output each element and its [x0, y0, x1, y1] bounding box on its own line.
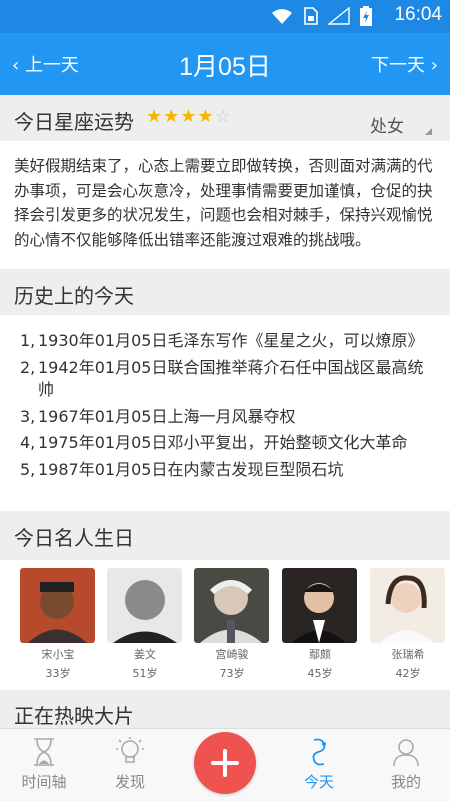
history-title: 历史上的今天 — [14, 284, 134, 308]
list-text: 1930年01月05日毛泽东写作《星星之火，可以燎原》 — [38, 331, 424, 350]
celebrity-card[interactable]: 宋小宝 33岁 — [20, 568, 96, 681]
history-header: 历史上的今天 — [0, 269, 450, 315]
list-item[interactable]: 3, 1967年01月05日上海一月风暴夺权 — [20, 406, 438, 429]
history-list: 1, 1930年01月05日毛泽东写作《星星之火，可以燎原》 2, 1942年01月… — [20, 330, 438, 485]
zodiac-sign-select[interactable]: 处女 — [370, 112, 404, 137]
tab-me[interactable]: 我的 — [376, 735, 436, 792]
celebrity-card[interactable]: 宫崎骏 73岁 — [194, 568, 270, 681]
list-number: 3, — [20, 406, 36, 426]
celebrity-photo — [107, 568, 182, 643]
celebrity-age: 33岁 — [45, 667, 71, 680]
celebrity-photo — [20, 568, 95, 643]
celebrity-name: 姜文 — [134, 648, 156, 661]
celebrity-age: 42岁 — [395, 667, 421, 680]
tab-label: 今天 — [303, 773, 334, 791]
tab-discover[interactable]: 发现 — [100, 735, 160, 792]
list-text: 1975年01月05日邓小平复出，开始整顿文化大革命 — [38, 433, 408, 452]
sim-icon — [304, 7, 318, 25]
list-text: 1942年01月05日联合国推举蒋介石任中国战区最高统帅 — [38, 357, 424, 400]
list-item[interactable]: 4, 1975年01月05日邓小平复出，开始整顿文化大革命 — [20, 432, 438, 455]
horoscope-title: 今日星座运势 — [14, 110, 134, 134]
battery-charging-icon — [360, 6, 372, 26]
celebrity-age: 73岁 — [219, 667, 245, 680]
wifi-icon — [272, 9, 292, 24]
celebrity-photo — [282, 568, 357, 643]
tab-label: 发现 — [114, 773, 145, 791]
next-day-button[interactable]: 下一天 › — [371, 51, 438, 77]
list-item[interactable]: 1, 1930年01月05日毛泽东写作《星星之火，可以燎原》 — [20, 330, 438, 353]
movies-header: 正在热映大片 — [0, 690, 450, 728]
celebrity-name: 宋小宝 — [41, 648, 75, 661]
user-icon — [376, 735, 436, 769]
list-text: 1987年01月05日在内蒙古发现巨型陨石坑 — [38, 459, 344, 479]
star-empty-icon: ☆ — [214, 106, 231, 127]
celebrity-name: 张瑞希 — [391, 648, 425, 661]
celebrity-age: 51岁 — [132, 667, 158, 680]
tab-today[interactable]: 今天 — [289, 735, 349, 792]
list-number: 4, — [20, 433, 36, 452]
chevron-right-icon: › — [430, 55, 438, 76]
horoscope-rating: ★ ★ ★ ★ ☆ — [146, 108, 231, 126]
signal-icon — [328, 7, 350, 25]
list-item[interactable]: 2, 1942年01月05日联合国推举蒋介石任中国战区最高统帅 — [20, 357, 438, 402]
status-bar: 16:04 — [0, 0, 450, 33]
star-filled-icon: ★ — [180, 106, 197, 127]
birthdays-header: 今日名人生日 — [0, 511, 450, 560]
list-text: 1967年01月05日上海一月风暴夺权 — [38, 406, 296, 426]
status-icons — [270, 6, 372, 26]
plus-icon — [211, 749, 239, 777]
hourglass-icon — [14, 735, 74, 769]
horoscope-text: 美好假期结束了，心态上需要立即做转换，否则面对满满的代办事项，可是会心灰意冷，处… — [14, 157, 433, 249]
list-number: 1, — [20, 331, 36, 350]
celebrity-name: 鄢颇 — [309, 648, 331, 661]
status-time: 16:04 — [394, 4, 442, 25]
celebrity-card[interactable]: 张瑞希 42岁 — [370, 568, 446, 681]
star-filled-icon: ★ — [163, 106, 180, 127]
celebrity-photo — [194, 568, 269, 643]
list-number: 5, — [20, 459, 36, 479]
tab-timeline[interactable]: 时间轴 — [14, 735, 74, 792]
birthdays-title: 今日名人生日 — [14, 526, 134, 550]
celebrity-age: 45岁 — [307, 667, 333, 680]
add-button[interactable] — [194, 732, 256, 794]
tab-label: 我的 — [390, 773, 421, 791]
today-icon — [289, 735, 349, 769]
tab-label: 时间轴 — [21, 773, 67, 791]
celebrity-carousel[interactable]: 宋小宝 33岁 姜文 51岁 宫崎骏 73岁 鄢颇 45岁 张瑞希 42岁 — [0, 560, 450, 690]
celebrity-card[interactable]: 鄢颇 45岁 — [282, 568, 358, 681]
list-number: 2, — [20, 357, 36, 377]
celebrity-card[interactable]: 姜文 51岁 — [107, 568, 183, 681]
movies-title: 正在热映大片 — [14, 704, 134, 728]
date-header: ‹ 上一天 1月05日 下一天 › — [0, 33, 450, 95]
dropdown-corner-icon — [425, 128, 432, 135]
list-item[interactable]: 5, 1987年01月05日在内蒙古发现巨型陨石坑 — [20, 459, 438, 482]
celebrity-name: 宫崎骏 — [215, 648, 249, 661]
celebrity-photo — [370, 568, 445, 643]
next-day-label: 下一天 — [371, 55, 426, 76]
lightbulb-icon — [100, 735, 160, 769]
star-filled-icon: ★ — [197, 106, 214, 127]
star-filled-icon: ★ — [146, 106, 163, 127]
